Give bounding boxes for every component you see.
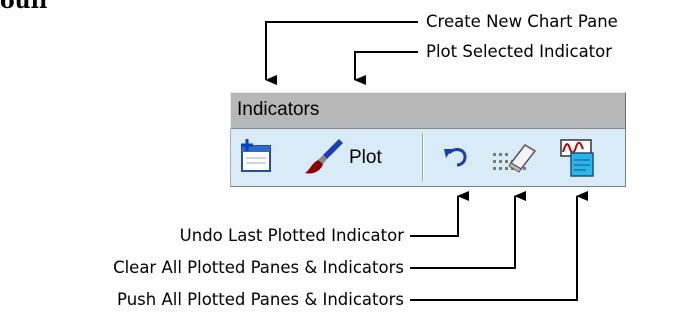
plot-button[interactable]: Plot: [301, 135, 411, 179]
callout-clear-all: Clear All Plotted Panes & Indicators: [113, 258, 404, 277]
toolbar-separator: [422, 133, 424, 181]
clear-all-button[interactable]: [491, 137, 537, 179]
leader-clear-all: [410, 191, 526, 269]
callout-plot-selected: Plot Selected Indicator: [426, 42, 613, 61]
push-all-button[interactable]: [559, 137, 601, 179]
callout-create-new-pane: Create New Chart Pane: [426, 12, 618, 31]
undo-button[interactable]: [441, 143, 469, 171]
callout-push-all: Push All Plotted Panes & Indicators: [117, 290, 404, 309]
eraser-icon: [493, 144, 537, 173]
toolbar-title: Indicators: [237, 99, 320, 120]
new-pane-icon: [241, 139, 271, 172]
undo-arrow-icon: [444, 148, 467, 167]
push-panes-icon: [560, 139, 594, 177]
callout-undo-last: Undo Last Plotted Indicator: [179, 226, 404, 245]
leader-push-all: [410, 191, 588, 301]
toolbar-title-bar[interactable]: Indicators: [230, 92, 626, 129]
indicators-toolbar: Indicators Plot: [230, 92, 626, 187]
leader-undo: [410, 191, 469, 237]
leader-plot-selected: [354, 51, 418, 85]
create-new-chart-pane-button[interactable]: [238, 139, 274, 175]
paintbrush-icon: [305, 139, 343, 174]
toolbar-button-row: Plot: [230, 129, 626, 187]
plot-button-label: Plot: [349, 147, 382, 168]
